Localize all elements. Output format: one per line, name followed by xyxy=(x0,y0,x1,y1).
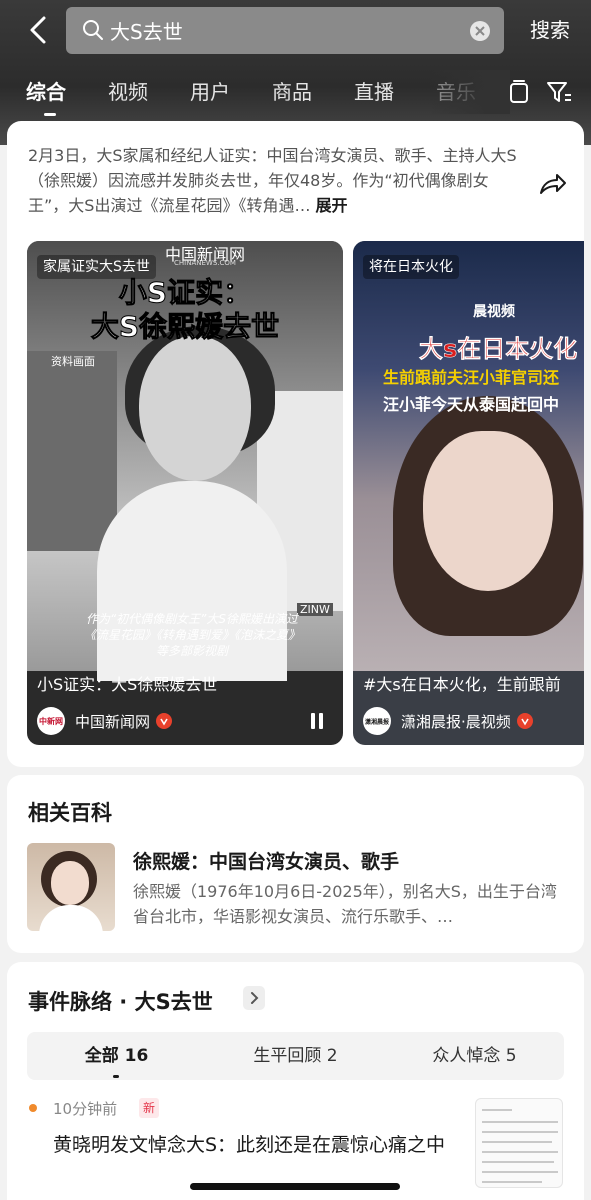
video-headline: 大s在日本火化 xyxy=(419,335,578,364)
back-icon xyxy=(30,16,46,44)
source-avatar: 中新网 xyxy=(37,707,65,735)
verified-icon xyxy=(156,713,173,729)
timeline-time: 10分钟前 xyxy=(53,1100,118,1118)
category-tabs: 综合 视频 用户 商品 直播 音乐 xyxy=(0,70,500,116)
timeline-more-button[interactable] xyxy=(243,986,265,1010)
video-badge: 家属证实大S去世 xyxy=(37,255,156,279)
timeline-thumbnail[interactable] xyxy=(475,1098,563,1188)
clear-search-button[interactable] xyxy=(470,21,490,41)
source-name: 中国新闻网 xyxy=(75,712,151,731)
photo-body xyxy=(39,905,103,931)
archive-label: 资料画面 xyxy=(51,355,95,368)
person-face xyxy=(423,431,553,591)
search-icon xyxy=(83,20,103,40)
search-input[interactable] xyxy=(110,13,450,47)
stage-background xyxy=(27,351,117,551)
event-summary[interactable]: 2月3日，大S家属和经纪人证实：中国台湾女演员、歌手、主持人大S（徐熙媛）因流感… xyxy=(28,143,518,218)
source-name: 潇湘晨报·晨视频 xyxy=(401,712,511,731)
video-thumbnail: 中国新闻网 CHINANEWS.COM 小S证实： 大S徐熙媛去世 资料画面 Z… xyxy=(27,241,343,681)
thumb-line xyxy=(482,1161,554,1163)
section-title: 相关百科 xyxy=(28,801,112,825)
home-indicator[interactable] xyxy=(190,1183,400,1190)
stage-sign: ZINW xyxy=(297,603,333,616)
photo-face xyxy=(51,861,89,905)
timeline-headline[interactable]: 黄晓明发文悼念大S：此刻还是在震惊心痛之中 xyxy=(53,1130,463,1160)
pause-icon[interactable] xyxy=(307,711,327,731)
segment-all[interactable]: 全部 16 xyxy=(27,1032,206,1080)
tab-all[interactable]: 综合 xyxy=(26,70,66,116)
video-subheadline-2: 汪小菲今天从泰国赶回中 xyxy=(383,395,560,414)
back-button[interactable] xyxy=(20,12,56,48)
filter-icon[interactable] xyxy=(545,78,573,106)
search-button[interactable]: 搜索 xyxy=(520,14,580,46)
video-subheadline: 生前跟前夫汪小菲官司还 xyxy=(383,368,560,387)
video-badge: 将在日本火化 xyxy=(363,255,459,279)
search-box[interactable] xyxy=(66,7,504,54)
thumb-line xyxy=(482,1181,542,1183)
new-badge: 新 xyxy=(139,1098,160,1118)
video-caption: #大s在日本火化，生前跟前 xyxy=(363,675,561,694)
tab-live[interactable]: 直播 xyxy=(354,70,394,114)
thumb-line xyxy=(482,1121,558,1123)
wiki-title[interactable]: 徐熙媛：中国台湾女演员、歌手 xyxy=(133,847,399,874)
video-card-2[interactable]: 晨视频 大s在日本火化 生前跟前夫汪小菲官司还 汪小菲今天从泰国赶回中 将在日本… xyxy=(353,241,584,745)
share-icon[interactable] xyxy=(537,169,567,199)
tab-users[interactable]: 用户 xyxy=(190,70,230,114)
tab-video[interactable]: 视频 xyxy=(108,70,148,114)
segment-mourning[interactable]: 众人悼念 5 xyxy=(385,1032,564,1080)
video-source[interactable]: 中新网 中国新闻网 xyxy=(37,707,173,735)
news-logo-url: CHINANEWS.COM xyxy=(174,259,236,267)
thumb-line xyxy=(482,1141,552,1143)
summary-text: 2月3日，大S家属和经纪人证实：中国台湾女演员、歌手、主持人大S（徐熙媛）因流感… xyxy=(28,146,517,215)
summary-card: 2月3日，大S家属和经纪人证实：中国台湾女演员、歌手、主持人大S（徐熙媛）因流感… xyxy=(7,121,584,767)
chevron-right-icon xyxy=(251,992,259,1004)
video-headline-2: 大S徐熙媛去世 xyxy=(90,310,280,344)
expand-link[interactable]: 展开 xyxy=(316,196,348,215)
person-face xyxy=(139,336,251,481)
timeline-dot xyxy=(29,1104,37,1112)
wiki-description[interactable]: 徐熙媛（1976年10月6日-2025年），别名大S，出生于台湾省台北市，华语影… xyxy=(133,879,563,929)
verified-icon xyxy=(516,713,533,729)
thumb-line xyxy=(482,1151,558,1153)
video-source[interactable]: 潇湘晨报 潇湘晨报·晨视频 xyxy=(363,707,533,735)
event-timeline-card: 事件脉络 · 大S去世 全部 16 生平回顾 2 众人悼念 5 10分钟前 新 … xyxy=(7,962,584,1200)
video-caption: 小S证实：大S徐熙媛去世 xyxy=(37,675,218,694)
tab-goods[interactable]: 商品 xyxy=(272,70,312,114)
copy-icon[interactable] xyxy=(505,78,533,106)
channel-logo: 晨视频 xyxy=(473,304,515,320)
segment-life-review[interactable]: 生平回顾 2 xyxy=(206,1032,385,1080)
wiki-photo[interactable] xyxy=(27,843,115,931)
related-wiki-card: 相关百科 徐熙媛：中国台湾女演员、歌手 徐熙媛（1976年10月6日-2025年… xyxy=(7,775,584,953)
thumb-line xyxy=(482,1171,558,1173)
tab-fade-overlay xyxy=(430,70,510,114)
video-overlay-caption: 作为“初代偶像剧女王”大S徐熙媛出演过《流星花园》《转角遇到爱》《泡沫之夏》等多… xyxy=(83,612,300,658)
video-card-1[interactable]: 中国新闻网 CHINANEWS.COM 小S证实： 大S徐熙媛去世 资料画面 Z… xyxy=(27,241,343,745)
thumb-line xyxy=(482,1131,558,1133)
thumb-line xyxy=(482,1109,512,1111)
timeline-title[interactable]: 事件脉络 · 大S去世 xyxy=(28,986,213,1016)
video-thumbnail: 晨视频 大s在日本火化 生前跟前夫汪小菲官司还 汪小菲今天从泰国赶回中 xyxy=(353,241,584,671)
source-avatar: 潇湘晨报 xyxy=(363,707,391,735)
clear-icon xyxy=(475,26,485,36)
timeline-segment-tabs: 全部 16 生平回顾 2 众人悼念 5 xyxy=(27,1032,564,1080)
